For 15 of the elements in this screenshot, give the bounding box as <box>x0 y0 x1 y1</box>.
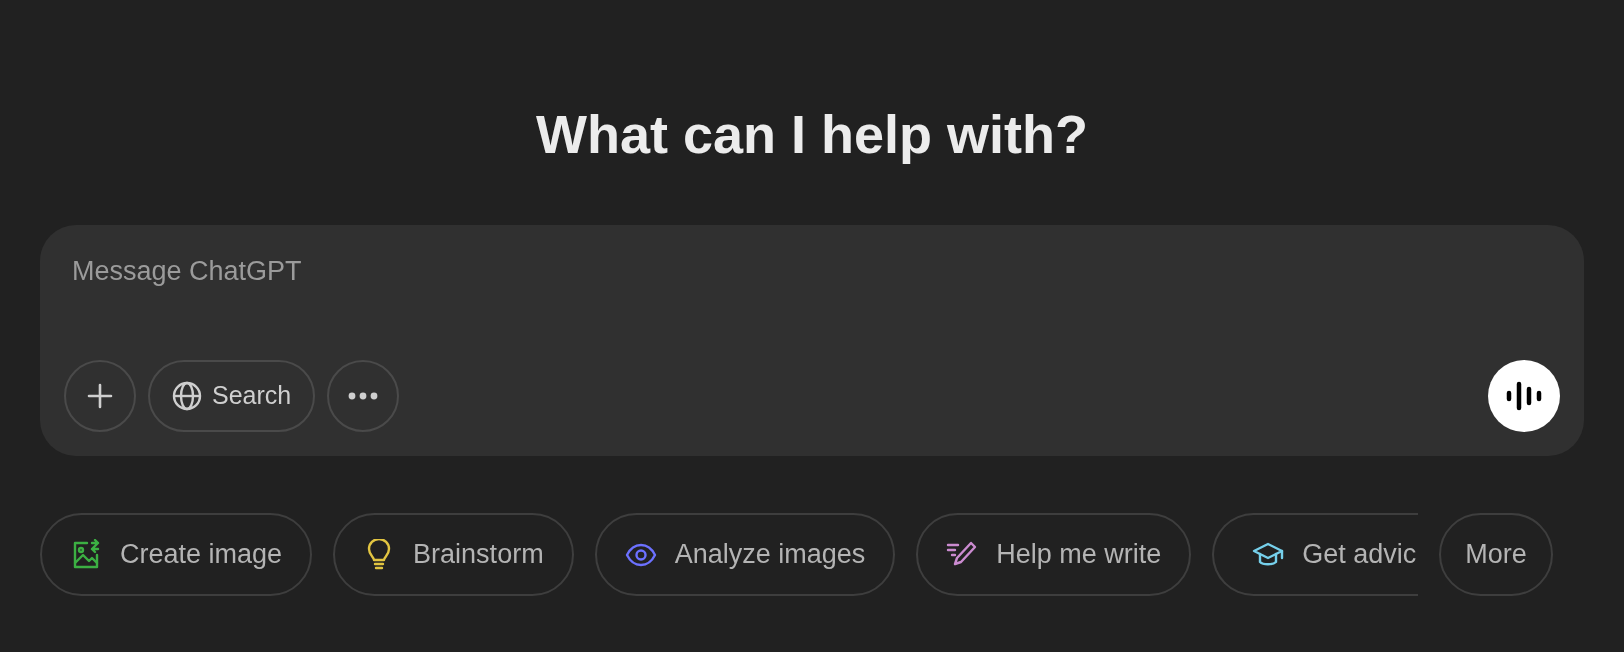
suggestion-chip[interactable]: Get advic <box>1212 513 1419 596</box>
suggestion-chip[interactable]: Create image <box>40 513 313 596</box>
suggestion-chip[interactable]: More <box>1439 513 1553 596</box>
more-button[interactable] <box>327 360 400 432</box>
suggestion-chip[interactable]: Help me write <box>916 513 1192 596</box>
globe-icon <box>172 381 202 411</box>
suggestion-chip[interactable]: Brainstorm <box>333 513 574 596</box>
add-button[interactable] <box>64 360 136 432</box>
more-icon <box>348 392 379 400</box>
plus-icon <box>86 382 114 410</box>
waveform-icon <box>1504 380 1544 412</box>
page-heading: What can I help with? <box>535 103 1089 166</box>
search-button[interactable]: Search <box>148 360 316 432</box>
message-input-field[interactable]: Message ChatGPT <box>72 251 872 291</box>
suggestion-chip[interactable]: Analyze images <box>594 513 896 596</box>
